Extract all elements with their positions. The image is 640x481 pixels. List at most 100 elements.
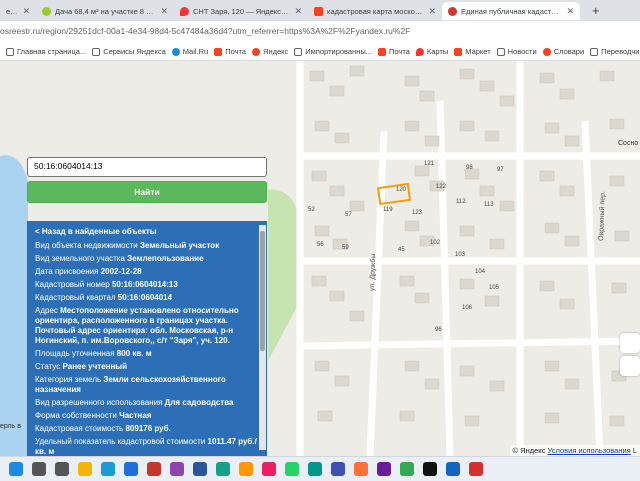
building-shape <box>459 225 475 237</box>
cadastral-search-input[interactable]: 50:16:0604014:13 <box>27 157 267 177</box>
info-row: Кадастровый квартал 50:16:0604014 <box>35 293 257 303</box>
info-key: Вид объекта недвижимости <box>35 241 138 250</box>
app-icon[interactable] <box>377 462 391 476</box>
bookmark-0[interactable]: Главная страница... <box>6 47 86 56</box>
info-value: Частная <box>119 411 152 420</box>
tab-2[interactable]: СНТ Заря, 120 — Яндекс Карты ✕ <box>174 2 308 20</box>
app-icon[interactable] <box>308 462 322 476</box>
info-row: Статус Ранее учтенный <box>35 362 257 372</box>
close-icon[interactable]: ✕ <box>294 6 302 17</box>
info-key: Категория земель <box>35 375 102 384</box>
folder-icon <box>92 47 101 56</box>
close-icon[interactable]: ✕ <box>160 6 168 17</box>
close-icon[interactable]: ✕ <box>566 6 574 17</box>
app-icon[interactable] <box>262 462 276 476</box>
bookmark-7[interactable]: Карты <box>415 47 449 56</box>
building-shape <box>539 72 555 84</box>
bookmark-1[interactable]: Сервисы Яндекса <box>92 47 166 56</box>
map-pin-icon <box>180 6 189 16</box>
info-value: 50:16:0604014 <box>117 293 173 302</box>
building-shape <box>424 135 440 147</box>
info-key: Площадь уточненная <box>35 349 115 358</box>
bookmark-6[interactable]: Почта <box>378 47 410 56</box>
tab-4-active[interactable]: Единая публичная кадастрова ✕ <box>442 2 580 20</box>
bookmark-11[interactable]: Переводчи <box>590 47 639 56</box>
building-shape <box>499 95 515 107</box>
bookmark-8[interactable]: Маркет <box>454 47 491 56</box>
bookmark-10[interactable]: Словари <box>542 47 585 56</box>
bookmark-label: Словари <box>553 47 585 56</box>
info-value: Для садоводства <box>164 398 234 407</box>
chrome-icon[interactable] <box>400 462 414 476</box>
bookmark-label: Яндекс <box>263 47 289 56</box>
whatsapp-icon[interactable] <box>285 462 299 476</box>
building-shape <box>489 380 505 392</box>
building-shape <box>459 68 475 80</box>
app-icon[interactable] <box>216 462 230 476</box>
building-shape <box>479 80 495 92</box>
back-link[interactable]: < Назад в найденные объекты <box>35 227 257 237</box>
info-key: Кадастровый номер <box>35 280 110 289</box>
taskbar <box>0 456 640 481</box>
building-shape <box>314 225 330 237</box>
apps-icon <box>6 47 14 56</box>
building-shape <box>349 310 365 322</box>
explorer-icon[interactable] <box>78 462 92 476</box>
info-key: Дата присвоения <box>35 267 99 276</box>
url-text[interactable]: osreestr.ru/region/29251dcf-00a1-4e34-98… <box>0 26 410 36</box>
close-icon[interactable]: ✕ <box>428 6 436 17</box>
bookmark-4[interactable]: Яндекс <box>252 47 288 56</box>
terms-link[interactable]: Условия использования <box>547 446 630 455</box>
task-view-icon[interactable] <box>55 462 69 476</box>
tab-0[interactable]: елени ✕ <box>0 2 36 20</box>
building-shape <box>329 290 345 302</box>
building-shape <box>599 70 615 82</box>
find-button[interactable]: Найти <box>27 181 267 203</box>
water-area <box>0 155 28 456</box>
scrollbar-thumb[interactable] <box>260 231 265 351</box>
map-control-button[interactable] <box>620 356 640 376</box>
tab-3[interactable]: кадастровая карта московской ✕ <box>308 2 442 20</box>
yandex-icon <box>252 47 261 56</box>
bookmark-label: Маркет <box>465 47 491 56</box>
map-control-button[interactable] <box>620 333 640 353</box>
info-rows: Вид объекта недвижимости Земельный участ… <box>35 241 257 456</box>
search-icon[interactable] <box>32 462 46 476</box>
bookmark-2[interactable]: Mail.Ru <box>171 47 209 56</box>
address-bar[interactable]: osreestr.ru/region/29251dcf-00a1-4e34-98… <box>0 21 640 43</box>
edge-icon[interactable] <box>101 462 115 476</box>
app-icon[interactable] <box>147 462 161 476</box>
close-icon[interactable]: ✕ <box>22 6 30 17</box>
bookmark-label: Карты <box>426 47 449 56</box>
app-icon[interactable] <box>331 462 345 476</box>
bookmark-5[interactable]: Импортированны... <box>294 47 372 56</box>
building-shape <box>544 122 560 134</box>
tiktok-icon[interactable] <box>423 462 437 476</box>
bookmark-3[interactable]: Почта <box>214 47 246 56</box>
app-icon[interactable] <box>170 462 184 476</box>
tab-1[interactable]: Дача 68,4 м² на участке 8 сот ✕ <box>36 2 174 20</box>
new-tab-icon[interactable]: + <box>592 3 600 18</box>
windows-start-icon[interactable] <box>9 462 23 476</box>
building-shape <box>404 360 420 372</box>
tab-label: СНТ Заря, 120 — Яндекс Карты <box>193 6 290 16</box>
info-row: Вид земельного участка Землепользование <box>35 254 257 264</box>
info-row: Адрес Местоположение установлено относит… <box>35 306 257 346</box>
bookmark-9[interactable]: Новости <box>496 47 537 56</box>
info-row: Вид разрешенного использования Для садов… <box>35 398 257 408</box>
app-icon[interactable] <box>239 462 253 476</box>
word-icon[interactable] <box>193 462 207 476</box>
market-icon <box>454 47 463 56</box>
building-shape <box>614 230 630 242</box>
info-row: Кадастровый номер 50:16:0604014:13 <box>35 280 257 290</box>
firefox-icon[interactable] <box>354 462 368 476</box>
info-value: Ранее учтенный <box>62 362 128 371</box>
building-shape <box>544 412 560 424</box>
panel-scrollbar[interactable] <box>259 225 266 450</box>
bookmark-label: Mail.Ru <box>182 47 209 56</box>
pdf-icon[interactable] <box>469 462 483 476</box>
mail-icon[interactable] <box>124 462 138 476</box>
app-icon[interactable] <box>446 462 460 476</box>
building-shape <box>544 222 560 234</box>
building-shape <box>404 75 420 87</box>
